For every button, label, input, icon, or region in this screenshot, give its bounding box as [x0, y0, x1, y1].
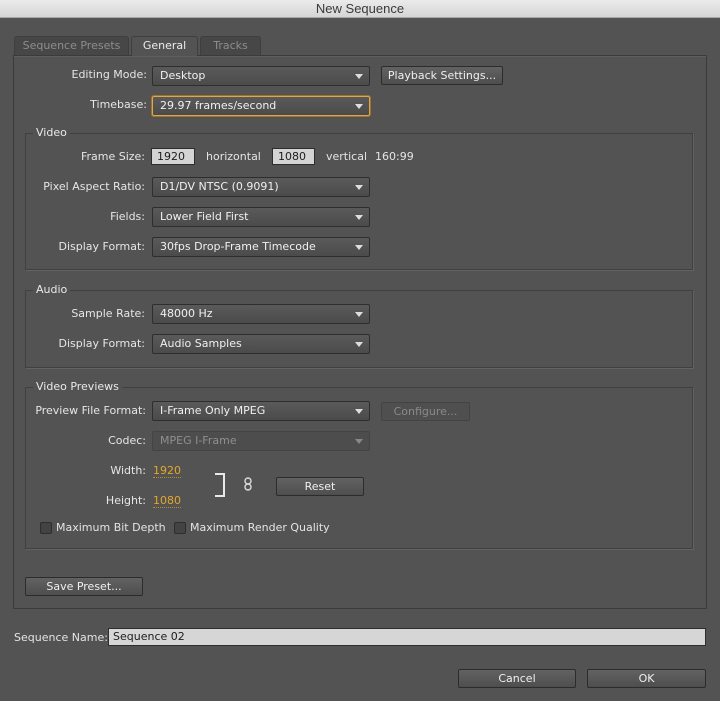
sequence-name-label: Sequence Name: — [14, 631, 108, 644]
audio-display-format-dropdown[interactable]: Audio Samples — [152, 334, 370, 354]
height-label: Height: — [105, 494, 146, 507]
chevron-down-icon — [355, 104, 363, 109]
fields-value: Lower Field First — [160, 210, 249, 223]
codec-label: Codec: — [108, 434, 146, 447]
pixel-aspect-dropdown[interactable]: D1/DV NTSC (0.9091) — [152, 177, 370, 197]
max-render-quality-checkbox[interactable] — [174, 522, 186, 534]
sample-rate-dropdown[interactable]: 48000 Hz — [152, 304, 370, 324]
editing-mode-label: Editing Mode: — [71, 68, 148, 81]
chevron-down-icon — [355, 439, 363, 444]
timebase-value: 29.97 frames/second — [160, 99, 277, 112]
reset-button[interactable]: Reset — [276, 477, 364, 496]
chevron-down-icon — [355, 409, 363, 414]
sequence-name-input[interactable]: Sequence 02 — [108, 628, 706, 646]
cancel-button[interactable]: Cancel — [458, 669, 576, 688]
timebase-label: Timebase: — [90, 98, 147, 111]
horizontal-label: horizontal — [206, 150, 261, 163]
video-display-format-value: 30fps Drop-Frame Timecode — [160, 240, 316, 253]
sample-rate-value: 48000 Hz — [160, 307, 213, 320]
preview-file-format-dropdown[interactable]: I-Frame Only MPEG — [152, 401, 370, 421]
max-render-quality-label: Maximum Render Quality — [190, 521, 330, 534]
video-display-format-dropdown[interactable]: 30fps Drop-Frame Timecode — [152, 237, 370, 257]
preview-width-value[interactable]: 1920 — [153, 464, 181, 478]
preview-file-format-label: Preview File Format: — [35, 404, 146, 417]
chevron-down-icon — [355, 245, 363, 250]
link-bracket — [215, 473, 225, 497]
video-previews-group-title: Video Previews — [33, 380, 122, 393]
playback-settings-button[interactable]: Playback Settings... — [381, 66, 503, 85]
ok-button[interactable]: OK — [587, 669, 706, 688]
max-bit-depth-label: Maximum Bit Depth — [56, 521, 166, 534]
preview-height-value[interactable]: 1080 — [153, 494, 181, 508]
pixel-aspect-value: D1/DV NTSC (0.9091) — [160, 180, 279, 193]
max-bit-depth-checkbox[interactable] — [40, 522, 52, 534]
timebase-dropdown[interactable]: 29.97 frames/second — [152, 96, 370, 116]
frame-width-field[interactable]: 1920 — [151, 148, 195, 165]
audio-display-format-label: Display Format: — [58, 337, 145, 350]
frame-height-field[interactable]: 1080 — [272, 148, 315, 165]
vertical-label: vertical — [326, 150, 368, 163]
fields-dropdown[interactable]: Lower Field First — [152, 207, 370, 227]
chevron-down-icon — [355, 74, 363, 79]
codec-dropdown[interactable]: MPEG I-Frame — [152, 431, 370, 451]
audio-group — [25, 290, 693, 368]
save-preset-button[interactable]: Save Preset... — [25, 577, 143, 596]
chevron-down-icon — [355, 312, 363, 317]
window-titlebar: New Sequence — [0, 0, 720, 18]
codec-value: MPEG I-Frame — [160, 434, 237, 447]
sample-rate-label: Sample Rate: — [71, 307, 145, 320]
editing-mode-dropdown[interactable]: Desktop — [152, 66, 370, 86]
tab-general[interactable]: General — [131, 36, 198, 56]
fields-label: Fields: — [110, 210, 145, 223]
audio-group-title: Audio — [33, 283, 71, 296]
chevron-down-icon — [355, 215, 363, 220]
configure-button[interactable]: Configure... — [381, 402, 470, 421]
preview-file-format-value: I-Frame Only MPEG — [160, 404, 266, 417]
chain-link-icon[interactable] — [244, 477, 252, 494]
editing-mode-value: Desktop — [160, 69, 206, 82]
width-label: Width: — [110, 464, 146, 477]
chevron-down-icon — [355, 185, 363, 190]
video-group-title: Video — [33, 126, 70, 139]
aspect-ratio-readout: 160:99 — [375, 150, 414, 163]
window-title: New Sequence — [315, 1, 405, 16]
tab-tracks[interactable]: Tracks — [200, 36, 261, 55]
audio-display-format-value: Audio Samples — [160, 337, 242, 350]
chevron-down-icon — [355, 342, 363, 347]
frame-size-label: Frame Size: — [80, 150, 145, 163]
pixel-aspect-label: Pixel Aspect Ratio: — [43, 180, 145, 193]
video-display-format-label: Display Format: — [58, 240, 145, 253]
tab-sequence-presets[interactable]: Sequence Presets — [14, 36, 129, 55]
